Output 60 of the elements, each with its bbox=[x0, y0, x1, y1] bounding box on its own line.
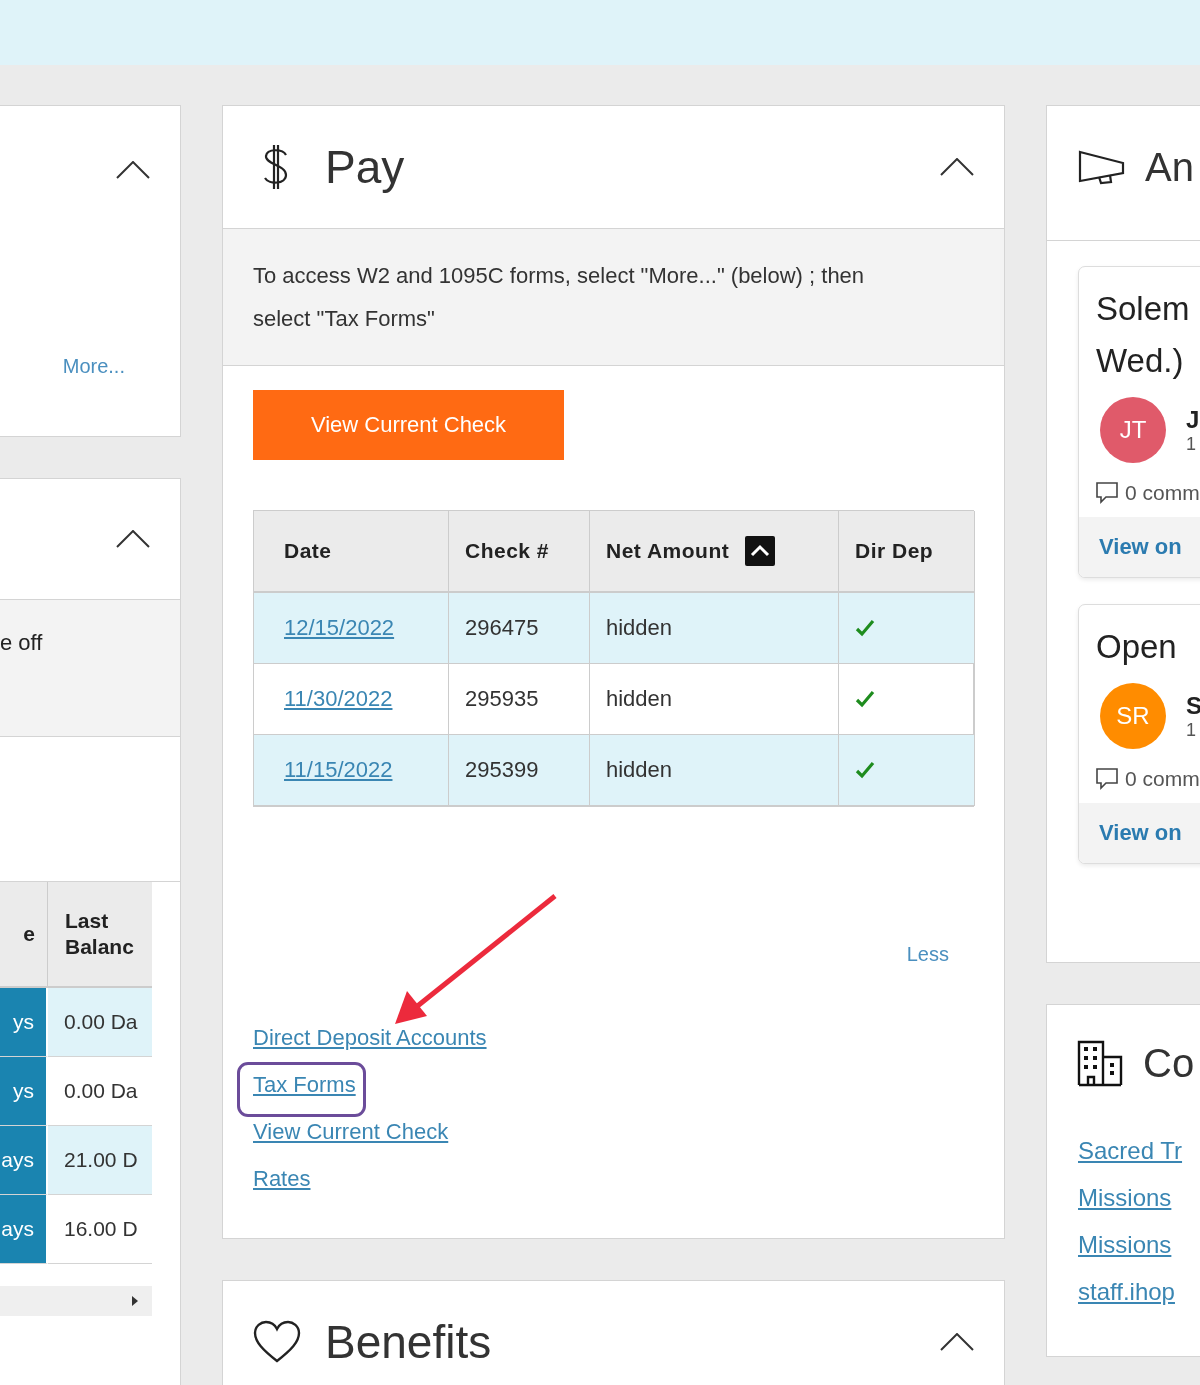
table-cell: 295399 bbox=[449, 735, 590, 806]
table-header: Last Balanc bbox=[48, 882, 152, 988]
avatar: JT bbox=[1100, 397, 1166, 463]
post-title[interactable]: Wed.) bbox=[1096, 335, 1200, 387]
card-title: Pay bbox=[325, 140, 406, 194]
table-header: e bbox=[0, 882, 48, 988]
more-link[interactable]: More... bbox=[62, 355, 125, 378]
comment-count: 0 comm bbox=[1125, 767, 1200, 791]
comment-icon bbox=[1095, 481, 1119, 505]
comment-count: 0 comm bbox=[1125, 481, 1200, 505]
table-cell: hidden bbox=[590, 593, 839, 664]
table-cell: 0.00 Da bbox=[48, 988, 152, 1057]
post-title[interactable]: Open bbox=[1096, 621, 1200, 673]
table-header[interactable]: Date bbox=[254, 511, 449, 593]
table-cell: ays bbox=[0, 1126, 48, 1195]
post-title[interactable]: Solem bbox=[1096, 283, 1200, 335]
pay-link[interactable]: Direct Deposit Accounts bbox=[253, 1024, 487, 1051]
company-link[interactable]: Missions bbox=[1078, 1221, 1200, 1268]
comment-icon bbox=[1095, 767, 1119, 791]
author-name: J bbox=[1186, 405, 1200, 434]
date-link[interactable]: 12/15/2022 bbox=[284, 615, 395, 641]
avatar: SR bbox=[1100, 683, 1166, 749]
table-header[interactable]: Check # bbox=[449, 511, 590, 593]
notice-text: To access W2 and 1095C forms, select "More..." (below) ; then select "Tax Forms" bbox=[253, 262, 866, 333]
table-cell: 296475 bbox=[449, 593, 590, 664]
building-icon bbox=[1077, 1039, 1125, 1087]
table-cell: ys bbox=[0, 988, 48, 1057]
company-link[interactable]: Missions bbox=[1078, 1174, 1200, 1221]
card-title: An bbox=[1145, 144, 1194, 190]
table-header[interactable]: Net Amount bbox=[590, 511, 839, 593]
company-link[interactable]: Sacred Tr bbox=[1078, 1127, 1200, 1174]
megaphone-icon bbox=[1077, 149, 1127, 185]
table-cell: 16.00 D bbox=[48, 1195, 152, 1264]
table-cell: hidden bbox=[590, 735, 839, 806]
date-link[interactable]: 11/30/2022 bbox=[284, 686, 393, 712]
chevron-icon[interactable] bbox=[940, 1333, 974, 1351]
heart-icon bbox=[253, 1320, 301, 1364]
chevron-icon[interactable] bbox=[940, 158, 974, 176]
table-cell: ys bbox=[0, 1057, 48, 1126]
view-check-button[interactable]: View Current Check bbox=[253, 390, 564, 460]
company-link[interactable]: staff.ihop bbox=[1078, 1268, 1200, 1315]
pay-link[interactable]: Tax Forms bbox=[253, 1071, 356, 1098]
table-header[interactable]: Dir Dep bbox=[839, 511, 975, 593]
notice-text: e off bbox=[0, 630, 43, 655]
sort-icon[interactable] bbox=[745, 536, 776, 566]
less-link[interactable]: Less bbox=[906, 943, 949, 966]
post-date: 1 bbox=[1186, 719, 1197, 741]
card-title: Benefits bbox=[325, 1315, 493, 1369]
card-title: Co bbox=[1143, 1040, 1195, 1086]
pay-link[interactable]: Rates bbox=[253, 1165, 311, 1192]
view-link[interactable]: View on bbox=[1099, 820, 1182, 846]
post-date: 1 bbox=[1186, 433, 1197, 455]
table-cell: ays bbox=[0, 1195, 48, 1264]
date-link[interactable]: 11/15/2022 bbox=[284, 757, 393, 783]
chevron-icon[interactable] bbox=[116, 530, 150, 548]
view-link[interactable]: View on bbox=[1099, 534, 1182, 560]
table-cell: 21.00 D bbox=[48, 1126, 152, 1195]
chevron-icon[interactable] bbox=[116, 160, 150, 179]
scroll-right-icon[interactable] bbox=[132, 1296, 138, 1306]
pay-link[interactable]: View Current Check bbox=[253, 1118, 449, 1145]
